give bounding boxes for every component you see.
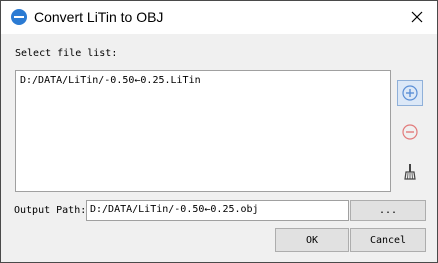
output-path-value: D:/DATA/LiTin/-0.50←0.25.obj [90,204,259,215]
output-path-field[interactable]: D:/DATA/LiTin/-0.50←0.25.obj [86,200,349,221]
minus-circle-icon [402,124,418,140]
list-item[interactable]: D:/DATA/LiTin/-0.50←0.25.LiTin [20,75,201,86]
app-logo-icon [11,9,27,25]
dialog-title: Convert LiTin to OBJ [34,9,164,25]
title-bar: Convert LiTin to OBJ [1,1,437,34]
output-path-label: Output Path: [14,205,87,216]
broom-icon [404,164,416,180]
clear-list-button[interactable] [397,159,423,185]
convert-dialog: Convert LiTin to OBJ Select file list: D… [0,0,438,263]
add-file-button[interactable] [397,80,423,106]
file-listbox[interactable]: D:/DATA/LiTin/-0.50←0.25.LiTin [15,70,391,192]
select-file-list-label: Select file list: [15,48,118,59]
ok-button[interactable]: OK [275,228,349,252]
close-button[interactable] [403,4,431,30]
plus-circle-icon [402,85,418,101]
cancel-button[interactable]: Cancel [350,228,426,252]
browse-button[interactable]: ... [350,200,426,221]
remove-file-button[interactable] [397,119,423,145]
close-icon [411,11,423,23]
